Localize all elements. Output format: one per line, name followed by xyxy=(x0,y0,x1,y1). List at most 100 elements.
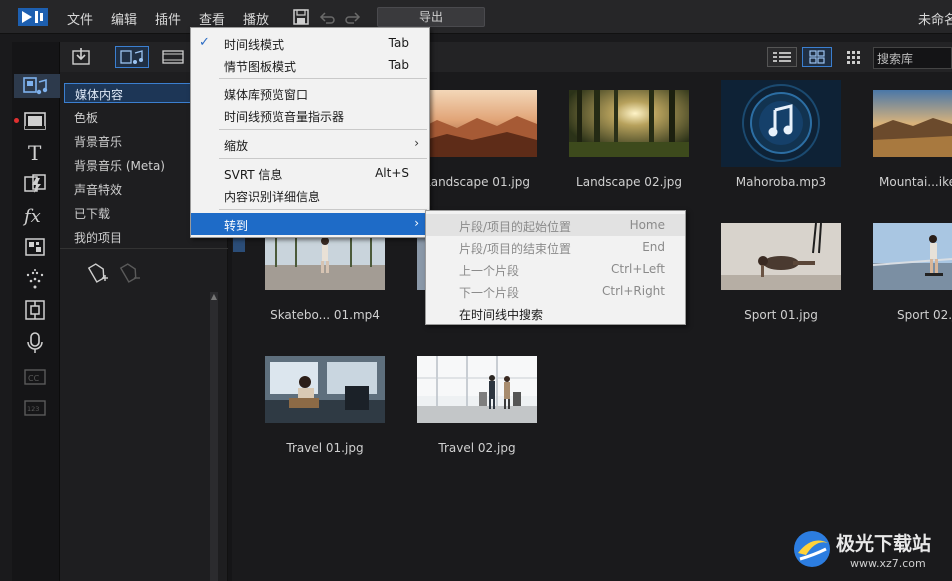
goto-submenu: 片段/项目的起始位置 Home 片段/项目的结束位置 End 上一个片段 Ctr… xyxy=(425,210,686,325)
submenu-item-clip-end[interactable]: 片段/项目的结束位置 End xyxy=(426,236,685,258)
menu-item-shortcut: Ctrl+Right xyxy=(601,284,665,298)
category-background-music-meta[interactable]: 背景音乐 (Meta) xyxy=(74,157,165,174)
transition-icon xyxy=(24,174,46,193)
subtitle-tool[interactable]: CC xyxy=(22,365,48,389)
menu-item-zoom[interactable]: 缩放 › xyxy=(191,133,429,155)
menu-item-label: SVRT 信息 xyxy=(224,168,283,182)
menu-item-storyboard-mode[interactable]: 情节图板模式 Tab xyxy=(191,54,429,76)
menu-item-svrt-info[interactable]: SVRT 信息 Alt+S xyxy=(191,162,429,184)
category-my-projects[interactable]: 我的项目 xyxy=(74,229,122,246)
menu-item-label: 缩放 xyxy=(224,139,249,153)
menu-item-label: 情节图板模式 xyxy=(224,60,297,74)
view-menu-dropdown: ✓ 时间线模式 Tab 情节图板模式 Tab 媒体库预览窗口 时间线预览音量指示… xyxy=(190,27,430,238)
submenu-arrow-icon: › xyxy=(414,136,419,150)
redo-icon[interactable] xyxy=(344,8,362,26)
thumbnail-size-icon[interactable] xyxy=(845,49,863,67)
category-downloaded[interactable]: 已下载 xyxy=(74,205,110,222)
pip-tool[interactable] xyxy=(22,235,48,259)
crop-icon xyxy=(25,300,45,320)
record-dot xyxy=(14,118,19,123)
media-thumb-travel-01[interactable] xyxy=(265,356,385,423)
media-caption: Sport 02.j xyxy=(897,308,952,322)
category-background-music[interactable]: 背景音乐 xyxy=(74,133,122,150)
title-text-icon: T xyxy=(28,141,42,165)
transition-tool[interactable] xyxy=(22,172,48,196)
menu-file[interactable]: 文件 xyxy=(67,9,93,28)
show-video-filter-button[interactable] xyxy=(160,46,186,68)
list-view-icon xyxy=(773,52,791,62)
menu-separator xyxy=(219,158,427,159)
chapter-tool[interactable]: 123 xyxy=(22,396,48,420)
show-media-filter-button[interactable] xyxy=(115,46,149,68)
menu-item-shortcut: Tab xyxy=(388,36,409,50)
media-thumb-travel-02[interactable] xyxy=(417,356,537,423)
menu-item-content-aware-details[interactable]: 内容识别详细信息 xyxy=(191,184,429,206)
film-icon xyxy=(162,50,184,64)
submenu-item-clip-start[interactable]: 片段/项目的起始位置 Home xyxy=(426,214,685,236)
undo-icon[interactable] xyxy=(318,8,336,26)
library-search-input[interactable]: 搜索库 xyxy=(873,47,952,69)
menu-item-library-preview[interactable]: 媒体库预览窗口 xyxy=(191,82,429,104)
menu-edit[interactable]: 编辑 xyxy=(111,9,137,28)
category-sound-effects[interactable]: 声音特效 xyxy=(74,181,122,198)
particle-tool[interactable] xyxy=(22,267,48,291)
scroll-up-arrow-icon[interactable]: ▲ xyxy=(209,292,219,304)
chapter-number-icon: 123 xyxy=(24,400,46,416)
app-logo-icon xyxy=(18,8,48,26)
category-color-board[interactable]: 色板 xyxy=(74,109,98,126)
media-room-icon xyxy=(23,77,48,95)
menu-item-label: 内容识别详细信息 xyxy=(224,190,321,204)
menu-plugins[interactable]: 插件 xyxy=(155,9,181,28)
title-tool[interactable]: T xyxy=(22,140,48,165)
grid-view-button[interactable] xyxy=(802,47,832,67)
svg-text:T: T xyxy=(28,141,42,164)
microphone-icon xyxy=(27,332,43,353)
media-room-tool[interactable] xyxy=(14,74,60,98)
pip-object-icon xyxy=(25,238,45,256)
menu-item-label: 时间线模式 xyxy=(224,38,285,52)
menu-item-goto[interactable]: 转到 › xyxy=(191,213,429,235)
menu-playback[interactable]: 播放 xyxy=(243,9,269,28)
menu-item-label: 时间线预览音量指示器 xyxy=(224,110,345,124)
menu-view[interactable]: 查看 xyxy=(199,9,225,28)
menu-separator xyxy=(219,209,427,210)
media-caption: Mahoroba.mp3 xyxy=(735,175,827,189)
media-thumb-mountain[interactable] xyxy=(873,90,952,157)
import-media-icon[interactable] xyxy=(70,46,92,68)
submenu-item-previous-clip[interactable]: 上一个片段 Ctrl+Left xyxy=(426,258,685,280)
media-thumb-landscape-02[interactable] xyxy=(569,90,689,157)
collapse-panel-button[interactable] xyxy=(233,238,245,252)
menu-item-volume-indicator[interactable]: 时间线预览音量指示器 xyxy=(191,104,429,126)
menu-item-shortcut: Alt+S xyxy=(375,166,409,180)
export-button[interactable]: 导出 xyxy=(377,7,485,27)
media-thumb-landscape-01[interactable] xyxy=(417,90,537,157)
media-caption: Sport 01.jpg xyxy=(744,308,818,322)
crop-tool[interactable] xyxy=(22,298,48,322)
menu-bar: 文件 编辑 插件 查看 播放 导出 未命名 xyxy=(0,0,952,34)
media-thumb-sport-02[interactable] xyxy=(873,223,952,290)
menu-item-shortcut: Ctrl+Left xyxy=(611,262,665,276)
media-thumb-sport-01[interactable] xyxy=(721,223,841,290)
list-view-button[interactable] xyxy=(767,47,797,67)
category-scrollbar[interactable] xyxy=(210,292,218,581)
menu-item-label: 上一个片段 xyxy=(459,264,520,278)
remove-tag-icon[interactable] xyxy=(118,260,142,284)
fx-tool[interactable]: fx xyxy=(22,203,48,227)
site-watermark: 极光下载站 www.xz7.com xyxy=(788,525,948,577)
menu-item-label: 媒体库预览窗口 xyxy=(224,88,309,102)
menu-item-label: 在时间线中搜索 xyxy=(459,308,544,322)
video-tool[interactable] xyxy=(22,109,48,133)
menu-item-timeline-mode[interactable]: ✓ 时间线模式 Tab xyxy=(191,32,429,54)
save-icon[interactable] xyxy=(292,8,310,26)
check-icon: ✓ xyxy=(199,35,210,50)
menu-item-shortcut: Home xyxy=(629,218,665,232)
submenu-item-next-clip[interactable]: 下一个片段 Ctrl+Right xyxy=(426,280,685,302)
media-thumb-mahoroba[interactable] xyxy=(721,80,841,167)
submenu-item-search-timeline[interactable]: 在时间线中搜索 xyxy=(426,302,685,324)
fx-icon: fx xyxy=(22,206,41,227)
media-filter-icon xyxy=(120,50,143,64)
media-caption: Travel 01.jpg xyxy=(286,441,364,455)
add-tag-icon[interactable] xyxy=(86,260,110,284)
submenu-arrow-icon: › xyxy=(414,216,419,230)
voiceover-tool[interactable] xyxy=(22,331,48,355)
